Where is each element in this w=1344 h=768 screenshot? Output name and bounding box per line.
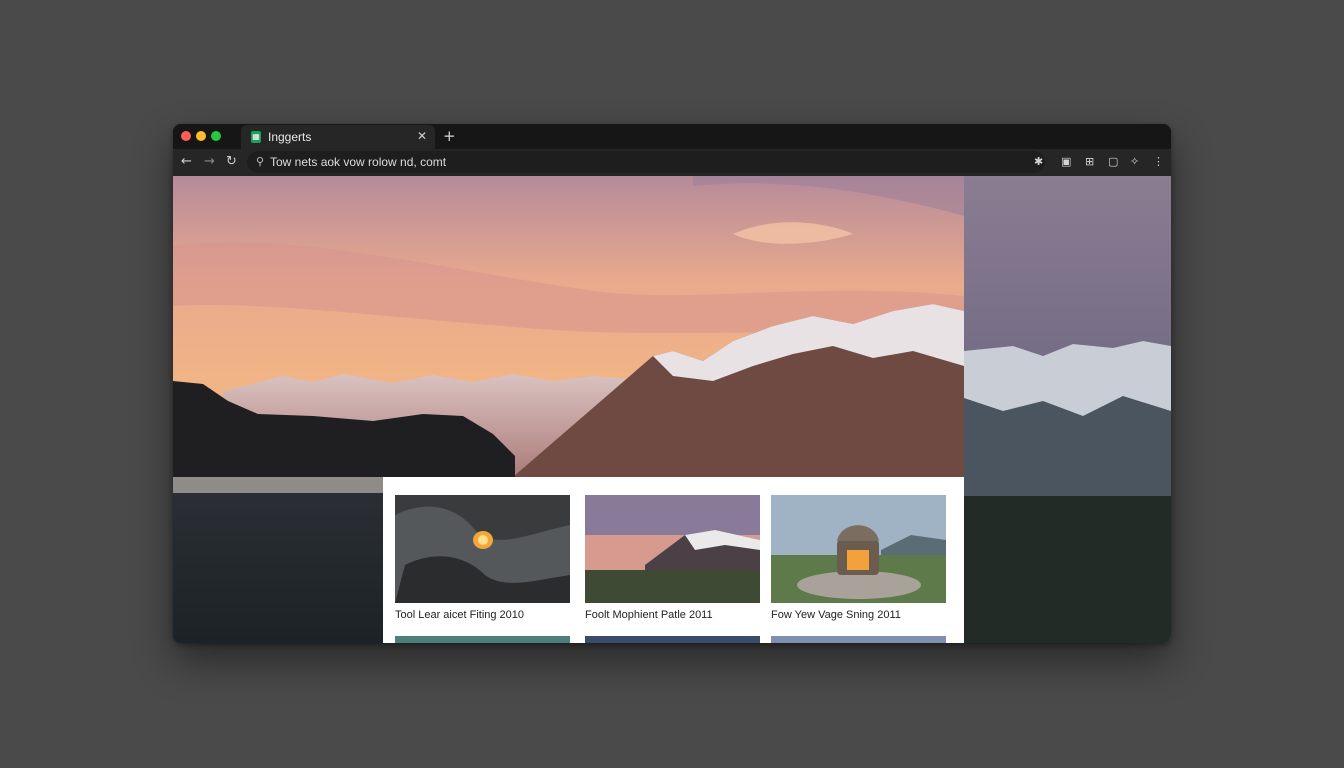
- gallery-caption: Fow Yew Vage Sning 2011: [771, 609, 901, 621]
- spreadsheet-icon: ▦: [251, 131, 261, 143]
- extensions-icon[interactable]: ✧: [1130, 155, 1139, 168]
- gallery-card[interactable]: Foolt Mophient Patle 2011: [585, 495, 760, 621]
- search-icon: ⚲: [256, 155, 265, 168]
- gallery-thumbnail[interactable]: [771, 636, 946, 643]
- browser-window: ▦ Inggerts ✕ + ← → ↻ ⚲ Tow nets aok vow …: [173, 124, 1171, 643]
- gallery-thumbnail[interactable]: [771, 495, 946, 603]
- gallery-panel: Tool Lear aicet Fiting 2010 Foolt Mophie…: [383, 477, 964, 643]
- tab-strip: ▦ Inggerts ✕ +: [173, 124, 1171, 149]
- gallery-thumbnail[interactable]: [395, 495, 570, 603]
- minimize-window-button[interactable]: [196, 131, 206, 141]
- star-icon[interactable]: ✱: [1034, 155, 1043, 168]
- forward-arrow-icon[interactable]: →: [204, 154, 215, 169]
- sidebar-icon[interactable]: ▢: [1108, 155, 1118, 168]
- gallery-caption: Tool Lear aicet Fiting 2010: [395, 609, 525, 621]
- close-tab-icon[interactable]: ✕: [417, 129, 427, 143]
- gallery-card[interactable]: Tool Lear aicet Fiting 2010: [395, 495, 570, 621]
- url-text[interactable]: Tow nets aok vow rolow nd, comt: [270, 155, 446, 169]
- tab-active[interactable]: ▦ Inggerts ✕: [241, 125, 435, 149]
- gallery-thumbnail[interactable]: [395, 636, 570, 643]
- reading-list-icon[interactable]: ▣: [1061, 155, 1071, 168]
- reload-icon[interactable]: ↻: [226, 154, 237, 169]
- gallery-card[interactable]: Fow Yew Vage Sning 2011: [771, 495, 946, 621]
- new-tab-button[interactable]: +: [443, 127, 456, 145]
- tab-title: Inggerts: [268, 130, 312, 144]
- page-content: Tool Lear aicet Fiting 2010 Foolt Mophie…: [173, 176, 1171, 643]
- browser-toolbar: ← → ↻ ⚲ Tow nets aok vow rolow nd, comt …: [173, 149, 1171, 176]
- back-arrow-icon[interactable]: ←: [181, 154, 192, 169]
- gallery-thumbnail[interactable]: [585, 495, 760, 603]
- close-window-button[interactable]: [181, 131, 191, 141]
- gallery-caption: Foolt Mophient Patle 2011: [585, 609, 713, 621]
- maximize-window-button[interactable]: [211, 131, 221, 141]
- tab-search-icon[interactable]: ⊞: [1085, 155, 1094, 168]
- gallery-thumbnail[interactable]: [585, 636, 760, 643]
- address-bar[interactable]: ⚲ Tow nets aok vow rolow nd, comt: [247, 151, 1045, 173]
- menu-icon[interactable]: ⋮: [1153, 155, 1164, 168]
